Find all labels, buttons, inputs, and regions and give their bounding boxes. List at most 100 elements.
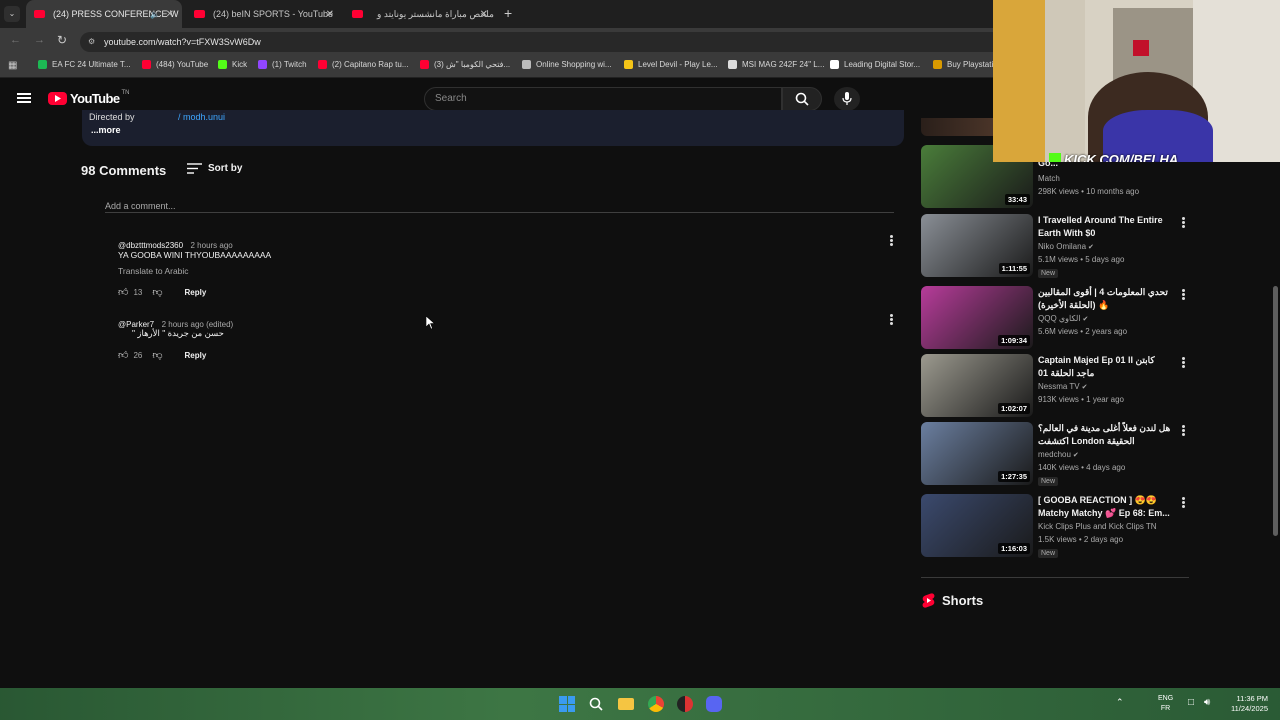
youtube-logo[interactable]: YouTube TN bbox=[48, 90, 129, 106]
video-channel[interactable]: Match bbox=[1038, 174, 1060, 183]
video-thumbnail[interactable]: 1:09:34 bbox=[921, 286, 1033, 349]
more-options-icon[interactable] bbox=[1182, 497, 1185, 508]
close-icon[interactable]: ✕ bbox=[326, 9, 334, 20]
clock[interactable]: 11:36 PM 11/24/2025 bbox=[1222, 694, 1268, 714]
bookmark-label: (1) Twitch bbox=[272, 60, 307, 69]
video-channel[interactable]: Niko Omilana ✔ bbox=[1038, 242, 1094, 251]
search-icon[interactable] bbox=[589, 697, 603, 711]
video-thumbnail[interactable]: 1:11:55 bbox=[921, 214, 1033, 277]
tab-manchester-summary[interactable]: ملخص مباراة مانشستر يونايتد و ✕ bbox=[344, 0, 496, 28]
webcam-overlay: KICK.COM/BELHA bbox=[993, 0, 1280, 162]
video-thumbnail[interactable]: 1:27:35 bbox=[921, 422, 1033, 485]
close-icon[interactable]: ✕ bbox=[480, 9, 488, 20]
video-channel[interactable]: QQQ الكاوي ✔ bbox=[1038, 314, 1088, 323]
bookmark-item[interactable]: (1) Twitch bbox=[258, 60, 307, 69]
globe-icon bbox=[522, 60, 531, 69]
tab-press-conference[interactable]: (24) PRESS CONFERENCE W 🔈 ✕ bbox=[26, 0, 182, 28]
comment-text: YA GOOBA WINI THYOUBAAAAAAAAA bbox=[118, 250, 272, 260]
reply-button[interactable]: Reply bbox=[185, 351, 207, 360]
bookmark-item[interactable]: Online Shopping wi... bbox=[522, 60, 612, 69]
bookmark-item[interactable]: Level Devil - Play Le... bbox=[624, 60, 718, 69]
close-icon[interactable]: ✕ bbox=[166, 9, 174, 20]
reply-button[interactable]: Reply bbox=[185, 288, 207, 297]
search-input[interactable]: Search bbox=[424, 87, 782, 111]
back-icon[interactable]: ← bbox=[10, 34, 21, 46]
sort-label: Sort by bbox=[208, 163, 243, 174]
comment-author[interactable]: @dbztttmods2360 bbox=[118, 241, 183, 250]
more-options-icon[interactable] bbox=[1182, 289, 1185, 300]
site-info-icon[interactable]: ⚙ bbox=[88, 32, 95, 52]
video-channel[interactable]: Kick Clips Plus and Kick Clips TN bbox=[1038, 522, 1157, 531]
video-title[interactable]: هل لندن فعلاً أغلى مدينة في العالم؟ اكتش… bbox=[1038, 422, 1172, 448]
scrollbar-thumb[interactable] bbox=[1273, 286, 1278, 536]
shorts-header[interactable]: Shorts bbox=[922, 593, 983, 608]
scrollbar[interactable] bbox=[1270, 118, 1280, 688]
start-icon[interactable] bbox=[559, 696, 575, 712]
discord-icon[interactable] bbox=[706, 696, 722, 712]
file-explorer-icon[interactable] bbox=[618, 698, 634, 710]
video-channel[interactable]: medchou ✔ bbox=[1038, 450, 1079, 459]
video-title[interactable]: I Travelled Around The Entire Earth With… bbox=[1038, 214, 1172, 240]
forward-icon[interactable]: → bbox=[34, 34, 45, 46]
network-icon[interactable]: □ bbox=[1188, 697, 1194, 708]
bookmark-item[interactable]: Leading Digital Stor... bbox=[830, 60, 920, 69]
shorts-label: Shorts bbox=[942, 593, 984, 608]
bookmark-item[interactable]: EA FC 24 Ultimate T... bbox=[38, 60, 131, 69]
folder-icon bbox=[933, 60, 942, 69]
speaker-icon[interactable]: 🔈 bbox=[150, 10, 160, 19]
more-options-icon[interactable] bbox=[890, 314, 893, 325]
more-options-icon[interactable] bbox=[1182, 217, 1185, 228]
search-button[interactable] bbox=[782, 87, 822, 111]
new-tab-button[interactable]: + bbox=[504, 5, 512, 21]
description-box[interactable]: Directed by / modh.unui ...more bbox=[82, 110, 904, 146]
youtube-play-icon bbox=[48, 92, 67, 105]
dislike-icon[interactable]: 👎︎ bbox=[152, 286, 162, 298]
like-icon[interactable]: 👍︎ bbox=[118, 349, 128, 361]
more-options-icon[interactable] bbox=[890, 235, 893, 246]
video-title[interactable]: Captain Majed Ep 01 II كابتن ماجد الحلقة… bbox=[1038, 354, 1172, 380]
video-channel[interactable]: Nessma TV ✔ bbox=[1038, 382, 1087, 391]
reload-icon[interactable]: ↻ bbox=[57, 33, 67, 47]
youtube-icon bbox=[194, 10, 205, 18]
kick-icon bbox=[218, 60, 227, 69]
video-thumbnail[interactable]: 1:16:03 bbox=[921, 494, 1033, 557]
volume-icon[interactable]: 🔊︎ bbox=[1204, 697, 1210, 708]
verified-icon: ✔ bbox=[1086, 244, 1094, 251]
description-handle[interactable]: / modh.unui bbox=[178, 112, 225, 122]
video-title[interactable]: تحدي المعلومات 4 | أقوى المقالبين (الحلق… bbox=[1038, 286, 1172, 312]
comments-count: 98 Comments bbox=[81, 163, 167, 178]
language-indicator[interactable]: ENG FR bbox=[1158, 694, 1173, 714]
more-options-icon[interactable] bbox=[1182, 357, 1185, 368]
tab-bein-sports[interactable]: (24) beIN SPORTS - YouTube ✕ bbox=[186, 0, 342, 28]
youtube-icon bbox=[34, 10, 45, 18]
bookmark-item[interactable]: MSI MAG 242F 24" L... bbox=[728, 60, 824, 69]
sort-by-button[interactable]: Sort by bbox=[187, 163, 242, 174]
clock-date: 11/24/2025 bbox=[1231, 704, 1268, 713]
bookmark-label: Online Shopping wi... bbox=[536, 60, 612, 69]
bookmark-item[interactable]: (3) فتحي الكومبا "ش... bbox=[420, 60, 510, 69]
tab-list-button[interactable]: ⌄ bbox=[4, 6, 20, 22]
bookmark-item[interactable]: Kick bbox=[218, 60, 247, 69]
video-title[interactable]: [ GOOBA REACTION ] 😍😍 Matchy Matchy 💕 Ep… bbox=[1038, 494, 1172, 520]
dislike-icon[interactable]: 👎︎ bbox=[152, 349, 162, 361]
chrome-icon[interactable] bbox=[648, 696, 664, 712]
comment-text: حسن من جريدة " الأرهاز " bbox=[132, 328, 224, 338]
like-icon[interactable]: 👍︎ bbox=[118, 286, 128, 298]
apps-icon[interactable]: ▦ bbox=[8, 60, 17, 71]
voice-search-button[interactable] bbox=[834, 87, 860, 111]
bookmark-item[interactable]: (484) YouTube bbox=[142, 60, 208, 69]
add-comment-field[interactable]: Add a comment... bbox=[105, 196, 894, 213]
show-more-link[interactable]: ...more bbox=[91, 125, 121, 135]
youtube-icon bbox=[420, 60, 429, 69]
comment-time[interactable]: 2 hours ago bbox=[191, 241, 233, 250]
bookmark-item[interactable]: (2) Capitano Rap tu... bbox=[318, 60, 408, 69]
sidebar-divider bbox=[921, 577, 1189, 578]
twitch-icon bbox=[258, 60, 267, 69]
tray-chevron-icon[interactable]: ⌃ bbox=[1116, 697, 1124, 708]
chrome-secondary-icon[interactable] bbox=[677, 696, 693, 712]
translate-link[interactable]: Translate to Arabic bbox=[118, 266, 189, 276]
bookmark-item[interactable]: Buy Playstati... bbox=[933, 60, 1000, 69]
menu-icon[interactable] bbox=[17, 93, 31, 103]
more-options-icon[interactable] bbox=[1182, 425, 1185, 436]
video-thumbnail[interactable]: 1:02:07 bbox=[921, 354, 1033, 417]
